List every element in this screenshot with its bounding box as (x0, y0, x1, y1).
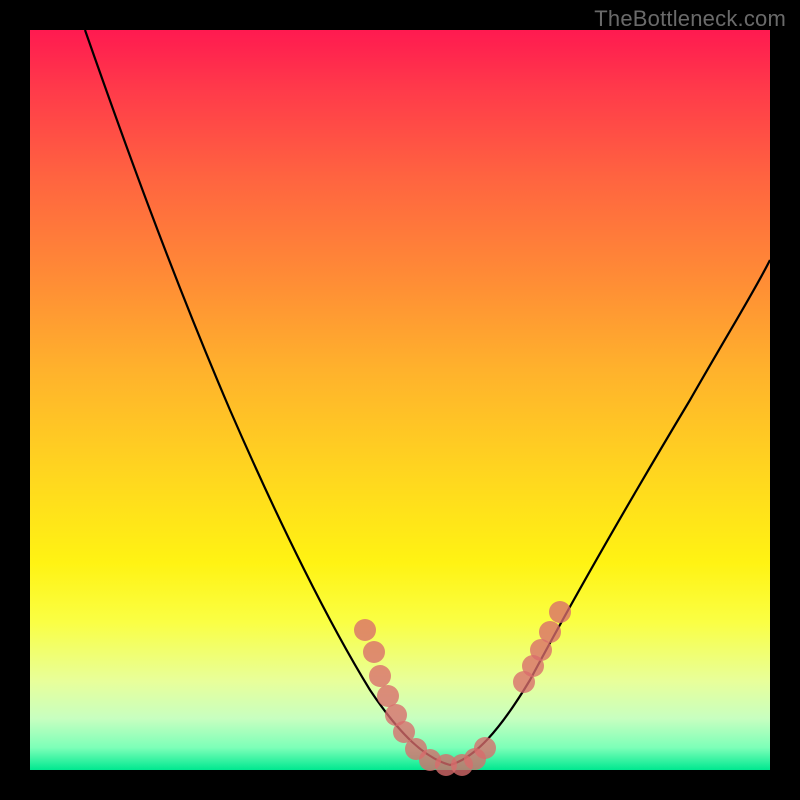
bottleneck-curve (85, 30, 770, 765)
bead-marker (539, 621, 561, 643)
chart-frame (30, 30, 770, 770)
bead-marker (549, 601, 571, 623)
bead-group (354, 601, 571, 776)
watermark-text: TheBottleneck.com (594, 6, 786, 32)
chart-svg (30, 30, 770, 770)
bead-marker (354, 619, 376, 641)
bead-marker (363, 641, 385, 663)
bead-marker (369, 665, 391, 687)
bead-marker (377, 685, 399, 707)
bead-marker (474, 737, 496, 759)
